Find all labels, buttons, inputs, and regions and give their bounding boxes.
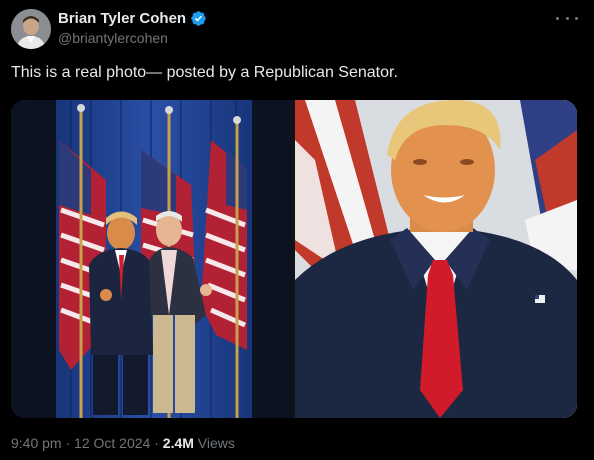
tweet-date[interactable]: 12 Oct 2024	[74, 435, 150, 451]
tweet-text: This is a real photo— posted by a Republ…	[11, 64, 398, 81]
meta-separator: ·	[150, 435, 163, 451]
right-photo[interactable]	[295, 100, 577, 418]
views-count: 2.4M	[162, 435, 194, 451]
avatar[interactable]	[11, 9, 51, 49]
handle[interactable]: @briantylercohen	[58, 30, 168, 46]
meta-separator: ·	[61, 435, 75, 451]
left-photo[interactable]	[11, 100, 292, 418]
display-name[interactable]: Brian Tyler Cohen	[58, 10, 186, 27]
media-grid	[11, 100, 577, 418]
verified-badge-icon	[191, 11, 206, 26]
more-horizontal-icon[interactable]	[556, 10, 578, 26]
tweet-time[interactable]: 9:40 pm	[11, 435, 62, 451]
tweet-meta: 9:40 pm · 12 Oct 2024 · 2.4M Views	[11, 435, 235, 451]
views-label: Views	[193, 435, 235, 451]
